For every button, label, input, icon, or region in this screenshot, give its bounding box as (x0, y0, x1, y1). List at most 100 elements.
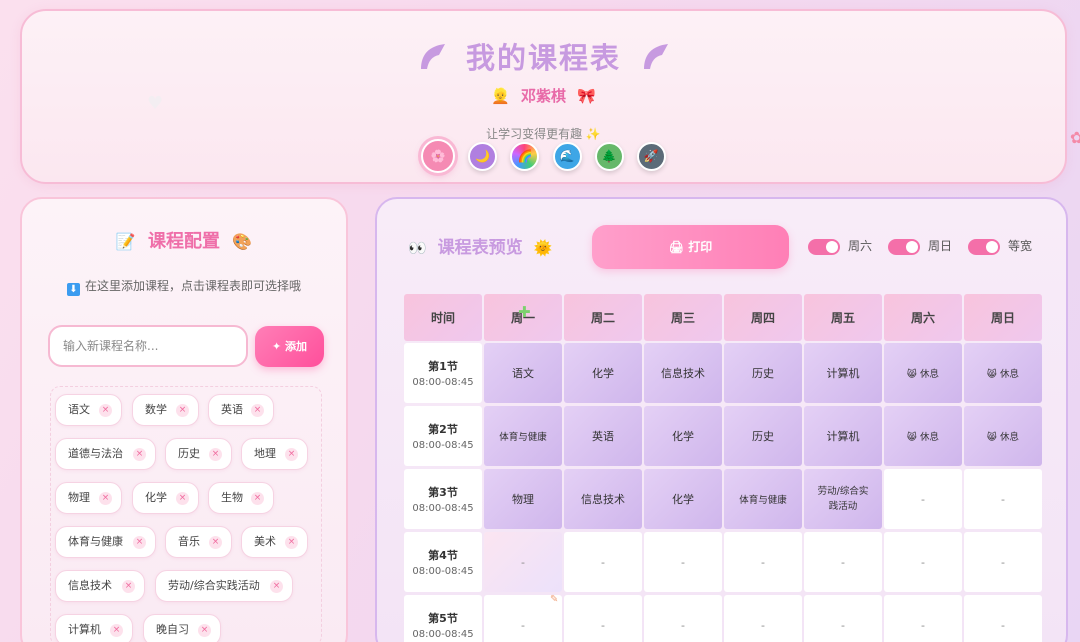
course-tag-label: 数学 (145, 403, 167, 416)
remove-icon[interactable]: × (209, 536, 222, 549)
remove-icon[interactable]: × (99, 404, 112, 417)
theme-night-button[interactable]: 🌙 (468, 141, 498, 171)
theme-ocean-button[interactable]: 🌊 (552, 141, 582, 171)
theme-forest-button[interactable]: 🌲 (594, 141, 624, 171)
course-tag[interactable]: 地理 × (241, 438, 308, 470)
wing-left-icon (420, 44, 445, 69)
course-tag[interactable]: 体育与健康 × (55, 526, 156, 558)
empty-cell[interactable]: - (724, 595, 802, 642)
course-tag-label: 化学 (145, 491, 167, 504)
course-cell[interactable]: 劳动/综合实践活动 (804, 469, 882, 529)
user-name[interactable]: 邓紫棋 (521, 87, 566, 105)
heart-decoration-icon: ♥ (147, 93, 164, 114)
remove-icon[interactable]: × (285, 536, 298, 549)
course-tag-label: 语文 (68, 403, 90, 416)
header-card: 我的课程表 👱 邓紫棋 🎀 让学习变得更有趣 ✨ 🌸 🌙 🌈 🌊 🌲 🚀 (20, 9, 1067, 184)
course-tag-label: 道德与法治 (68, 447, 123, 460)
add-course-button[interactable]: ✦ 添加 (255, 326, 324, 367)
remove-icon[interactable]: × (251, 492, 264, 505)
course-name-input[interactable] (48, 325, 248, 367)
empty-cell[interactable]: - (644, 595, 722, 642)
remove-icon[interactable]: × (209, 448, 222, 461)
sun-icon: 🌞 (533, 239, 553, 257)
remove-icon[interactable]: × (99, 492, 112, 505)
theme-sakura-button[interactable]: 🌸 (421, 139, 456, 173)
course-tag[interactable]: 美术 × (241, 526, 308, 558)
bow-icon: 🎀 (577, 87, 596, 105)
sunday-switch[interactable] (888, 238, 920, 255)
course-tag[interactable]: 历史 × (165, 438, 232, 470)
course-cell[interactable]: 信息技术 (644, 343, 722, 403)
equal-width-switch[interactable] (968, 238, 1000, 255)
empty-cell[interactable]: - (964, 532, 1042, 592)
pencil-icon[interactable]: ✎ (550, 594, 558, 605)
theme-space-button[interactable]: 🚀 (636, 141, 666, 171)
course-cell[interactable]: 😸 休息 (884, 343, 962, 403)
remove-icon[interactable]: × (285, 448, 298, 461)
course-tag[interactable]: 计算机 × (55, 614, 133, 642)
course-cell[interactable]: 英语 (564, 406, 642, 466)
remove-icon[interactable]: × (176, 404, 189, 417)
remove-icon[interactable]: × (110, 624, 123, 637)
toggle-sunday[interactable]: 周日 (888, 237, 952, 255)
empty-cell[interactable]: - (724, 532, 802, 592)
course-cell[interactable]: 历史 (724, 343, 802, 403)
course-cell[interactable]: 信息技术 (564, 469, 642, 529)
empty-cell[interactable]: - (884, 595, 962, 642)
course-cell[interactable]: 化学 (644, 406, 722, 466)
empty-cell[interactable]: - (564, 595, 642, 642)
course-cell[interactable]: 计算机 (804, 343, 882, 403)
course-cell[interactable]: 化学 (644, 469, 722, 529)
saturday-switch[interactable] (808, 238, 840, 255)
config-title-row: 📝 课程配置 🎨 (22, 227, 346, 253)
print-button[interactable]: 🖨 打印 (592, 225, 789, 269)
empty-cell[interactable]: - (964, 469, 1042, 529)
course-tag[interactable]: 物理 × (55, 482, 122, 514)
add-row-icon[interactable]: ✚ (518, 303, 531, 321)
course-tag-label: 生物 (221, 491, 243, 504)
course-tag[interactable]: 语文 × (55, 394, 122, 426)
empty-cell[interactable]: - (884, 532, 962, 592)
toggle-saturday[interactable]: 周六 (808, 237, 872, 255)
empty-cell[interactable]: - (804, 532, 882, 592)
course-cell[interactable]: 计算机 (804, 406, 882, 466)
empty-cell[interactable]: - (804, 595, 882, 642)
remove-icon[interactable]: × (122, 580, 135, 593)
remove-icon[interactable]: × (270, 580, 283, 593)
course-tag-label: 体育与健康 (68, 535, 123, 548)
course-cell[interactable]: 体育与健康 (484, 406, 562, 466)
course-cell[interactable]: 体育与健康 (724, 469, 802, 529)
period-label: 第3节 08:00-08:45 (404, 469, 482, 529)
course-tag[interactable]: 晚自习 × (143, 614, 221, 642)
remove-icon[interactable]: × (133, 536, 146, 549)
empty-cell[interactable]: - (884, 469, 962, 529)
remove-icon[interactable]: × (251, 404, 264, 417)
empty-cell[interactable]: - (964, 595, 1042, 642)
course-cell[interactable]: 😸 休息 (964, 343, 1042, 403)
empty-cell[interactable]: - (644, 532, 722, 592)
course-cell[interactable]: 语文 (484, 343, 562, 403)
empty-cell[interactable]: - (564, 532, 642, 592)
preview-title-row: 👀 课程表预览 🌞 (403, 233, 557, 258)
course-cell[interactable]: 😸 休息 (964, 406, 1042, 466)
remove-icon[interactable]: × (176, 492, 189, 505)
course-cell[interactable]: 😸 休息 (884, 406, 962, 466)
theme-rainbow-button[interactable]: 🌈 (510, 141, 540, 171)
course-tag[interactable]: 劳动/综合实践活动 × (155, 570, 293, 602)
course-tag-label: 美术 (254, 535, 276, 548)
remove-icon[interactable]: × (198, 624, 211, 637)
remove-icon[interactable]: × (133, 448, 146, 461)
course-cell[interactable]: 化学 (564, 343, 642, 403)
empty-cell[interactable]: - (484, 532, 562, 592)
flower-decoration-icon: ✿ (1070, 128, 1080, 147)
course-cell[interactable]: 物理 (484, 469, 562, 529)
course-tag[interactable]: 数学 × (132, 394, 199, 426)
course-tag[interactable]: 生物 × (208, 482, 274, 514)
toggle-equal-width[interactable]: 等宽 (968, 237, 1032, 255)
course-tag[interactable]: 道德与法治 × (55, 438, 156, 470)
course-cell[interactable]: 历史 (724, 406, 802, 466)
course-tag[interactable]: 信息技术 × (55, 570, 145, 602)
course-tag[interactable]: 英语 × (208, 394, 274, 426)
course-tag[interactable]: 音乐 × (165, 526, 232, 558)
course-tag[interactable]: 化学 × (132, 482, 199, 514)
